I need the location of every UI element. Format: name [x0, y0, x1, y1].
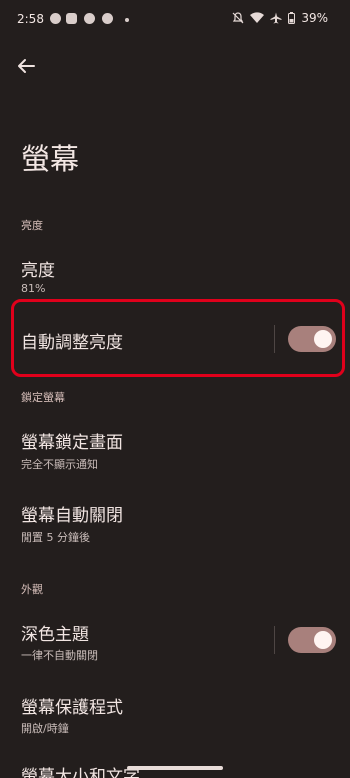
screen-saver-summary: 開啟/時鐘 [21, 722, 69, 735]
youtube-icon [66, 13, 77, 24]
messenger-icon [50, 13, 61, 24]
screen-timeout-item[interactable]: 螢幕自動關閉 閒置 5 分鐘後 [0, 494, 350, 550]
dark-theme-title: 深色主題 [21, 625, 89, 645]
dot-icon [125, 18, 129, 22]
status-bar: 2:58 39% [0, 0, 350, 40]
status-time: 2:58 [17, 12, 44, 26]
battery-percent: 39% [301, 11, 328, 25]
back-arrow-icon[interactable] [14, 54, 38, 78]
lock-screen-display-title: 螢幕鎖定畫面 [21, 433, 123, 453]
lock-screen-display-item[interactable]: 螢幕鎖定畫面 完全不顯示通知 [0, 420, 350, 476]
lock-screen-display-summary: 完全不顯示通知 [21, 458, 98, 471]
battery-icon [288, 12, 296, 24]
chrome-icon [102, 13, 113, 24]
status-right: 39% [232, 11, 328, 25]
display-size-item[interactable]: 螢幕大小和文字 [0, 752, 350, 778]
dark-theme-item[interactable]: 深色主題 一律不自動關閉 [0, 612, 350, 668]
gesture-nav-handle[interactable] [127, 766, 223, 770]
display-size-title: 螢幕大小和文字 [21, 767, 140, 778]
brightness-level-value: 81% [21, 282, 46, 295]
highlight-frame [11, 299, 345, 377]
wifi-icon [250, 12, 265, 23]
screen-saver-item[interactable]: 螢幕保護程式 開啟/時鐘 [0, 686, 350, 742]
section-header-lock-screen: 鎖定螢幕 [21, 391, 65, 404]
airplane-icon [270, 12, 282, 24]
screen-timeout-title: 螢幕自動關閉 [21, 506, 123, 526]
page-title: 螢幕 [21, 142, 80, 176]
section-header-brightness: 亮度 [21, 219, 43, 232]
chrome-icon [84, 13, 95, 24]
divider [274, 626, 275, 654]
section-header-appearance: 外觀 [21, 583, 43, 596]
notifications-off-icon [232, 12, 244, 24]
brightness-level-item[interactable]: 亮度 81% [0, 250, 350, 300]
brightness-level-title: 亮度 [21, 261, 55, 281]
dark-theme-summary: 一律不自動關閉 [21, 649, 98, 662]
dark-theme-toggle[interactable] [288, 627, 336, 653]
screen-timeout-summary: 閒置 5 分鐘後 [21, 531, 90, 544]
screen-saver-title: 螢幕保護程式 [21, 698, 123, 718]
toggle-knob [314, 631, 332, 649]
